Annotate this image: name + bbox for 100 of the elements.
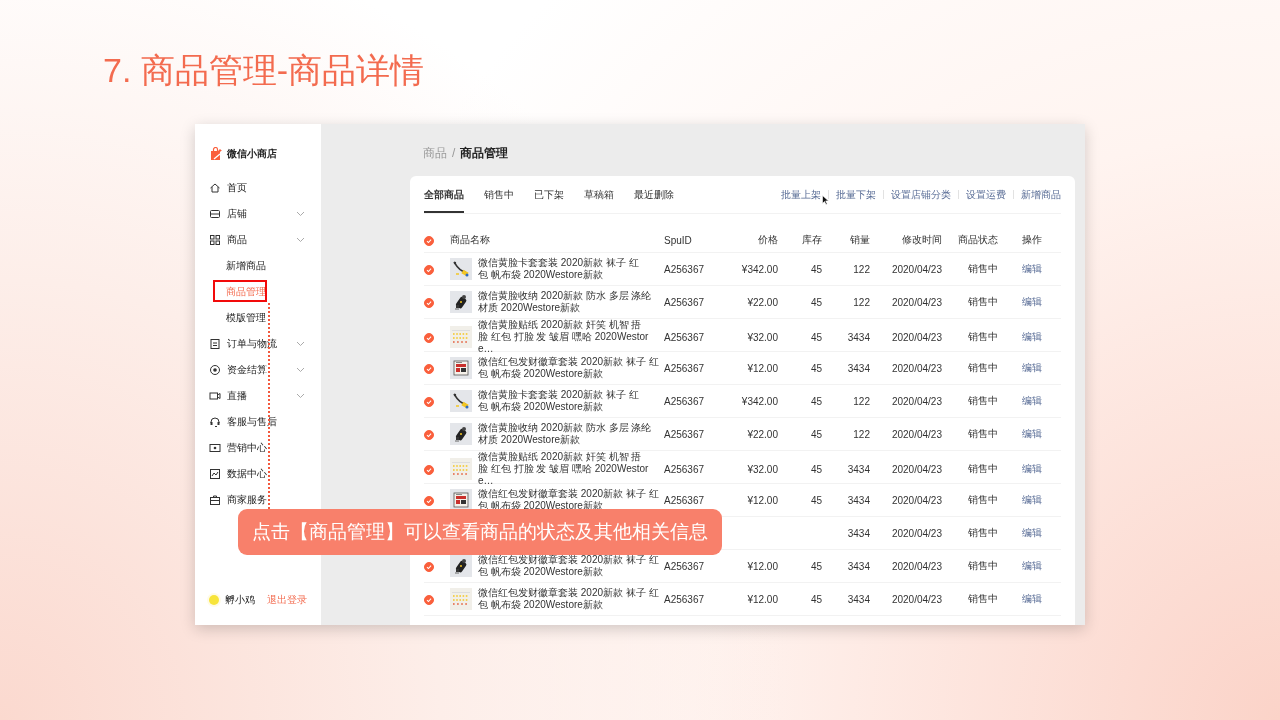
table-cell: ¥22.00 [747, 428, 778, 440]
checkbox[interactable] [424, 396, 434, 407]
table-cell: ¥12.00 [747, 593, 778, 605]
table-cell: A256367 [664, 593, 705, 605]
tab[interactable]: 草稿箱 [584, 176, 614, 213]
edit-link[interactable]: 编辑 [1021, 263, 1042, 274]
table-cell: 122 [853, 263, 870, 275]
table-cell: 3434 [847, 463, 870, 475]
ticket-icon [209, 442, 221, 454]
checkbox[interactable] [424, 594, 434, 605]
table-cell: 45 [810, 263, 822, 275]
table-cell: 销售中 [968, 593, 998, 604]
table-cell: 3434 [847, 593, 870, 605]
sidebar-item[interactable]: 营销中心 [209, 435, 321, 461]
logout-link[interactable]: 退出登录 [267, 593, 307, 607]
table-cell: ¥32.00 [747, 463, 778, 475]
checkbox[interactable] [424, 464, 434, 475]
sidebar-item[interactable]: 店铺 [209, 201, 321, 227]
edit-link[interactable]: 编辑 [1021, 494, 1042, 505]
checkbox[interactable] [424, 495, 434, 506]
checkbox[interactable] [424, 363, 434, 374]
product-name: 微信红包发财徽章套装 2020新款 袜子 红包 帆布袋 2020Westore新款 [478, 554, 660, 578]
column-header: 修改时间 [901, 233, 942, 247]
sidebar-item[interactable]: 资金结算 [209, 357, 321, 383]
avatar [209, 595, 219, 605]
shop-name: 微信小商店 [227, 147, 277, 161]
action-link[interactable]: 设置运费 [966, 187, 1006, 202]
table-cell: 2020/04/23 [891, 296, 942, 308]
table-cell: 45 [810, 428, 822, 440]
edit-link[interactable]: 编辑 [1021, 428, 1042, 439]
table-cell: ¥12.00 [747, 494, 778, 506]
table-cell: 2020/04/23 [891, 593, 942, 605]
grid-icon [209, 234, 221, 246]
table-cell: A256367 [664, 362, 705, 374]
checkbox[interactable] [424, 561, 434, 572]
coin-icon [209, 364, 221, 376]
product-name: 微信红包发财徽章套装 2020新款 袜子 红包 帆布袋 2020Westore新款 [478, 587, 660, 611]
checkbox[interactable] [424, 235, 434, 246]
table-cell: 2020/04/23 [891, 362, 942, 374]
edit-link[interactable]: 编辑 [1021, 296, 1042, 307]
table-cell: 销售中 [968, 331, 998, 342]
column-header: 库存 [801, 233, 822, 247]
table-cell: 3434 [847, 560, 870, 572]
table-cell: A256367 [664, 560, 705, 572]
checkbox[interactable] [424, 429, 434, 440]
column-header: 商品名称 [450, 233, 491, 247]
chart-icon [209, 468, 221, 480]
edit-link[interactable]: 编辑 [1021, 395, 1042, 406]
edit-link[interactable]: 编辑 [1021, 331, 1042, 342]
checkbox[interactable] [424, 332, 434, 343]
table-cell: ¥342.00 [741, 395, 778, 407]
edit-link[interactable]: 编辑 [1021, 463, 1042, 474]
table-cell: 45 [810, 362, 822, 374]
table-cell: A256367 [664, 494, 705, 506]
table-cell: 45 [810, 494, 822, 506]
briefcase-icon [209, 494, 221, 506]
column-header: 商品状态 [957, 233, 998, 247]
table-cell: 122 [853, 395, 870, 407]
edit-link[interactable]: 编辑 [1021, 593, 1042, 604]
table-cell: ¥12.00 [747, 560, 778, 572]
table-cell: A256367 [664, 428, 705, 440]
checkbox[interactable] [424, 297, 434, 308]
table-cell: 45 [810, 463, 822, 475]
edit-link[interactable]: 编辑 [1021, 362, 1042, 373]
table-cell: 45 [810, 560, 822, 572]
callout-banner: 点击【商品管理】可以查看商品的状态及其他相关信息 [238, 509, 722, 555]
sidebar-item[interactable]: 商品 [209, 227, 321, 253]
sidebar-subitem[interactable]: 新增商品 [209, 259, 266, 273]
action-link[interactable]: 批量下架 [836, 187, 876, 202]
action-link[interactable]: 批量上架 [781, 187, 821, 202]
tab[interactable]: 销售中 [484, 176, 514, 213]
home-icon [209, 182, 221, 194]
table-cell: ¥12.00 [747, 362, 778, 374]
table-cell: 销售中 [968, 428, 998, 439]
sidebar-subitem[interactable]: 模版管理 [209, 311, 266, 325]
sidebar-item[interactable]: 数据中心 [209, 461, 321, 487]
sidebar-item[interactable]: 直播 [209, 383, 321, 409]
column-header: SpuID [664, 234, 693, 246]
tab[interactable]: 全部商品 [424, 176, 464, 213]
table-cell: 销售中 [968, 463, 998, 474]
tab[interactable]: 最近删除 [634, 176, 674, 213]
table-cell: ¥22.00 [747, 296, 778, 308]
table-cell: 45 [810, 593, 822, 605]
video-icon [209, 390, 221, 402]
checkbox[interactable] [424, 264, 434, 275]
product-name: 微信黄脸收纳 2020新款 防水 多层 涤纶材质 2020Westore新款 [478, 290, 653, 314]
sidebar-item[interactable]: 首页 [209, 175, 321, 201]
edit-link[interactable]: 编辑 [1021, 560, 1042, 571]
sidebar-subitem[interactable]: 商品管理 [209, 285, 266, 299]
tab[interactable]: 已下架 [534, 176, 564, 213]
breadcrumb-current: 商品管理 [460, 144, 509, 162]
table-cell: 3434 [847, 362, 870, 374]
action-link[interactable]: 设置店铺分类 [891, 187, 951, 202]
table-cell: 2020/04/23 [891, 527, 942, 539]
edit-link[interactable]: 编辑 [1021, 527, 1042, 538]
clipboard-icon [209, 338, 221, 350]
table-cell: 销售中 [968, 296, 998, 307]
product-name: 微信黄脸收纳 2020新款 防水 多层 涤纶材质 2020Westore新款 [478, 422, 653, 446]
action-link[interactable]: 新增商品 [1021, 187, 1061, 202]
table-cell: A256367 [664, 463, 705, 475]
